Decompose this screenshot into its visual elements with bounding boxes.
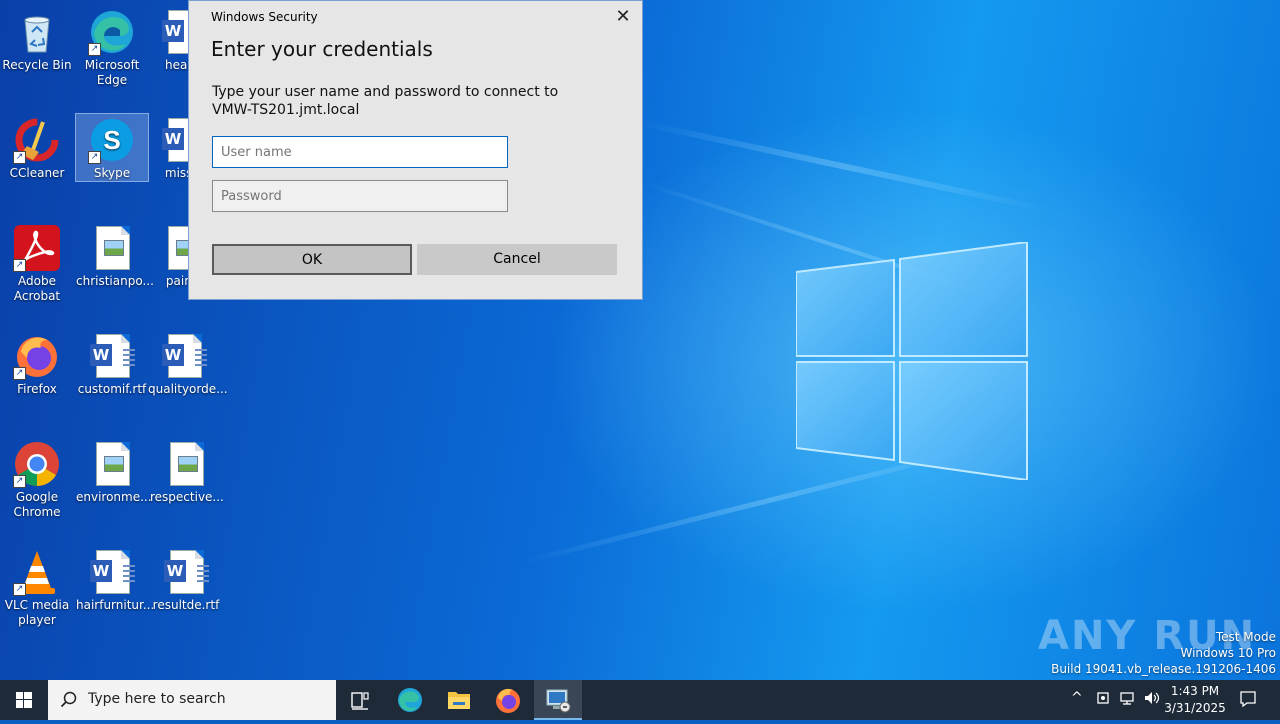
taskbar: Type here to search ^ 1:43 PM 3/31/2025 (0, 680, 1280, 720)
desktop-icon-skype[interactable]: S ↗ Skype (75, 113, 149, 182)
cancel-button[interactable]: Cancel (417, 244, 617, 275)
chrome-icon: ↗ (13, 440, 61, 488)
word-document-icon: W (88, 548, 136, 596)
notification-icon[interactable] (1239, 690, 1257, 712)
desktop-icon-recycle-bin[interactable]: Recycle Bin (1, 6, 73, 73)
icon-label: hairfurnitur... (76, 598, 155, 612)
watermark-line: Windows 10 Pro (1180, 646, 1276, 660)
start-button[interactable] (0, 680, 48, 720)
adobe-acrobat-icon: ↗ (13, 224, 61, 272)
dialog-window-title: Windows Security (211, 10, 318, 24)
icon-label: VLC media player (4, 598, 70, 627)
search-icon (60, 691, 77, 708)
taskbar-remote-desktop[interactable] (534, 680, 582, 720)
desktop-icon-image-file[interactable]: christianpo... (76, 222, 154, 289)
shortcut-arrow-icon: ↗ (88, 151, 101, 164)
network-icon[interactable] (1119, 690, 1135, 710)
desktop-icon-google-chrome[interactable]: ↗ Google Chrome (1, 438, 73, 520)
task-view-button[interactable] (336, 680, 384, 720)
password-field[interactable] (212, 180, 508, 212)
image-file-icon (88, 440, 136, 488)
shortcut-arrow-icon: ↗ (13, 151, 26, 164)
icon-label: customif.rtf (77, 382, 147, 396)
taskbar-search-box[interactable]: Type here to search (48, 680, 336, 720)
clock-time: 1:43 PM (1170, 684, 1220, 698)
task-view-icon (351, 692, 369, 710)
username-field[interactable] (212, 136, 508, 168)
word-document-icon: W (88, 332, 136, 380)
shortcut-arrow-icon: ↗ (13, 475, 26, 488)
ccleaner-icon: ↗ (13, 116, 61, 164)
icon-label: resultde.rtf (152, 598, 220, 612)
icon-label: Recycle Bin (2, 58, 72, 72)
image-file-icon (88, 224, 136, 272)
word-document-icon: W (160, 332, 208, 380)
icon-label: Google Chrome (13, 490, 61, 519)
icon-label: respective... (150, 490, 224, 504)
icon-label: Skype (93, 166, 131, 180)
desktop-icon-rtf-file[interactable]: W hairfurnitur... (76, 546, 155, 613)
vlc-cone-icon: ↗ (13, 548, 61, 596)
edge-icon: ↗ (88, 8, 136, 56)
desktop-icon-rtf-file[interactable]: W resultde.rtf (150, 546, 222, 613)
shortcut-arrow-icon: ↗ (13, 367, 26, 380)
skype-icon: S ↗ (88, 116, 136, 164)
icon-label: Adobe Acrobat (13, 274, 61, 303)
icon-label: christianpo... (76, 274, 154, 288)
test-mode-watermark: Test Mode Windows 10 Pro Build 19041.vb_… (1051, 629, 1276, 677)
desktop-icon-image-file[interactable]: environme... (76, 438, 152, 505)
watermark-line: Test Mode (1215, 630, 1276, 644)
ok-button[interactable]: OK (212, 244, 412, 275)
shortcut-arrow-icon: ↗ (13, 259, 26, 272)
firefox-icon (496, 688, 520, 713)
desktop-icon-rtf-file[interactable]: W qualityorde... (148, 330, 228, 397)
shortcut-arrow-icon: ↗ (13, 583, 26, 596)
icon-label: qualityorde... (148, 382, 228, 396)
edge-icon (398, 688, 422, 712)
device-icon[interactable] (1096, 690, 1110, 710)
desktop-icon-ccleaner[interactable]: ↗ CCleaner (1, 114, 73, 181)
svg-text:S: S (103, 125, 120, 155)
word-document-icon: W (162, 548, 210, 596)
remote-desktop-icon (546, 689, 571, 713)
chevron-up-icon[interactable]: ^ (1071, 690, 1083, 706)
taskbar-edge[interactable] (386, 680, 434, 720)
icon-label: CCleaner (9, 166, 65, 180)
desktop-icon-microsoft-edge[interactable]: ↗ Microsoft Edge (76, 6, 148, 88)
taskbar-clock[interactable]: 1:43 PM 3/31/2025 (1160, 683, 1230, 717)
icon-label: Firefox (17, 382, 57, 396)
dialog-message: Type your user name and password to conn… (212, 84, 559, 118)
desktop-icon-adobe-acrobat[interactable]: ↗ Adobe Acrobat (1, 222, 73, 304)
volume-icon[interactable] (1143, 690, 1161, 710)
desktop-icon-rtf-file[interactable]: W customif.rtf (76, 330, 148, 397)
firefox-icon: ↗ (13, 332, 61, 380)
desktop: Recycle Bin ↗ CCleaner ↗ Adobe Acrobat ↗… (0, 0, 1280, 680)
desktop-icon-vlc[interactable]: ↗ VLC media player (1, 546, 73, 628)
windows-start-icon (16, 692, 32, 708)
search-placeholder: Type here to search (88, 691, 226, 707)
clock-date: 3/31/2025 (1164, 701, 1226, 715)
taskbar-file-explorer[interactable] (435, 680, 483, 720)
shortcut-arrow-icon: ↗ (88, 43, 101, 56)
desktop-icon-firefox[interactable]: ↗ Firefox (1, 330, 73, 397)
close-icon[interactable]: ✕ (610, 5, 636, 29)
folder-icon (448, 692, 470, 709)
watermark-line: Build 19041.vb_release.191206-1406 (1051, 662, 1276, 676)
icon-label: environme... (76, 490, 152, 504)
taskbar-firefox[interactable] (484, 680, 532, 720)
icon-label: Microsoft Edge (84, 58, 140, 87)
desktop-icon-image-file[interactable]: respective... (150, 438, 224, 505)
dialog-heading: Enter your credentials (211, 37, 433, 61)
recycle-bin-icon (13, 8, 61, 56)
windows-logo (796, 242, 1028, 480)
credentials-dialog: Windows Security ✕ Enter your credential… (188, 0, 643, 300)
image-file-icon (162, 440, 210, 488)
